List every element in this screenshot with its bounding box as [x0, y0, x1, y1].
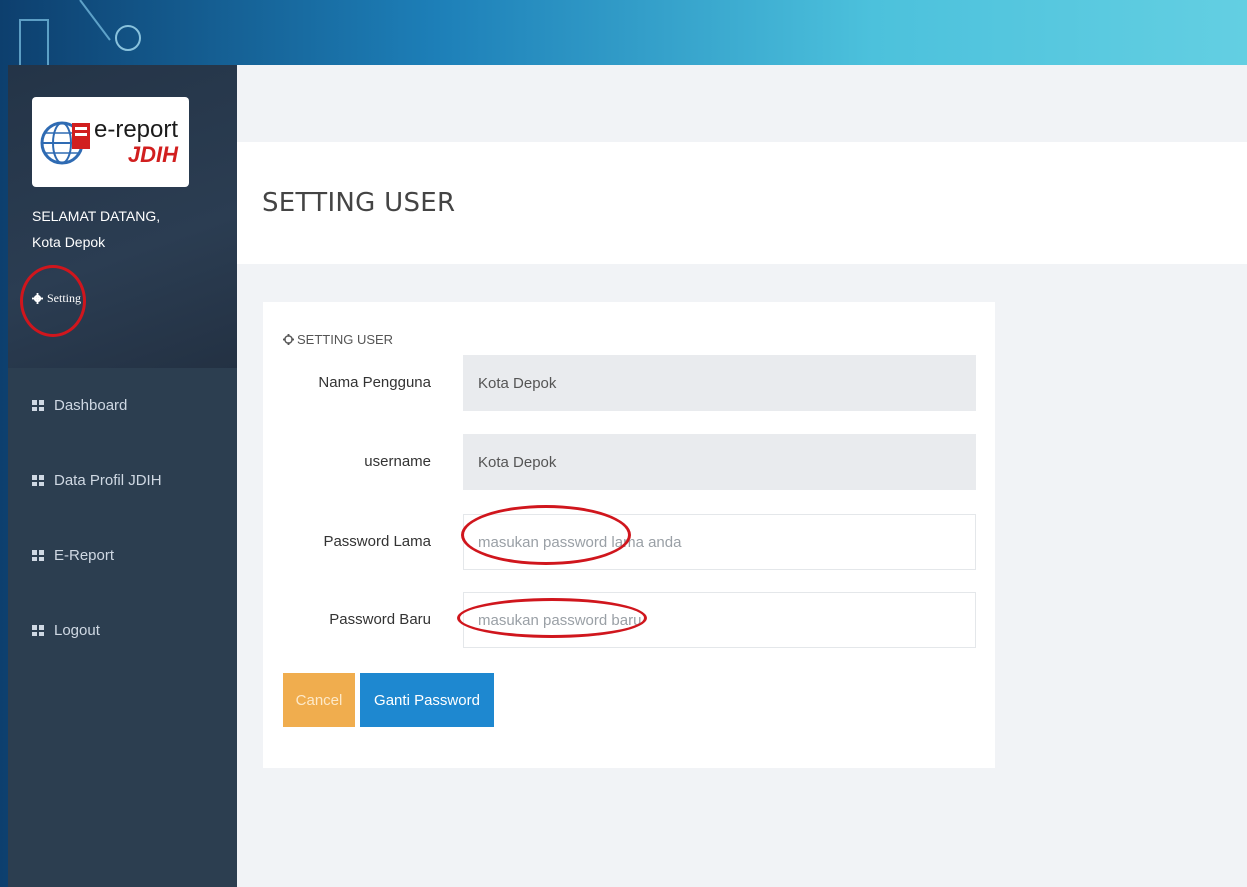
form-actions: Cancel Ganti Password [283, 673, 494, 727]
cancel-button[interactable]: Cancel [283, 673, 355, 727]
page-title: SETTING USER [262, 188, 456, 218]
card-title: SETTING USER [283, 332, 393, 347]
main-content: SETTING USER SETTING USER Nama Pengguna … [237, 65, 1247, 887]
page-header: SETTING USER [237, 142, 1247, 264]
sidebar-item-e-report[interactable]: E-Report [8, 518, 237, 593]
password-lama-field[interactable] [463, 514, 976, 570]
sidebar-item-dashboard[interactable]: Dashboard [8, 368, 237, 443]
form-row-username: username [263, 434, 995, 490]
form-row-password-baru: Password Baru [263, 592, 995, 648]
sidebar-item-label: Data Profil JDIH [54, 472, 162, 489]
gear-icon [283, 334, 294, 345]
grid-icon [32, 475, 44, 486]
username-field[interactable] [463, 434, 976, 490]
nama-pengguna-field[interactable] [463, 355, 976, 411]
card-title-label: SETTING USER [297, 332, 394, 347]
setting-link[interactable]: Setting [32, 291, 81, 306]
welcome-text: SELAMAT DATANG, Kota Depok [32, 203, 160, 255]
gear-icon [32, 293, 43, 304]
sidebar-item-label: Logout [54, 622, 100, 639]
welcome-user: Kota Depok [32, 234, 106, 250]
welcome-greeting: SELAMAT DATANG, [32, 208, 161, 224]
app-logo: e-report JDIH [32, 97, 189, 187]
form-row-password-lama: Password Lama [263, 514, 995, 570]
sidebar: e-report JDIH SELAMAT DATANG, Kota Depok… [8, 65, 237, 887]
grid-icon [32, 400, 44, 411]
form-row-nama-pengguna: Nama Pengguna [263, 355, 995, 411]
sidebar-header: e-report JDIH SELAMAT DATANG, Kota Depok… [8, 65, 237, 368]
username-label: username [364, 453, 431, 470]
logo-title: e-report [94, 116, 179, 143]
setting-user-card: SETTING USER Nama Pengguna username Pass… [263, 302, 995, 768]
ganti-password-button[interactable]: Ganti Password [360, 673, 494, 727]
sidebar-item-label: Dashboard [54, 397, 128, 414]
sidebar-menu: Dashboard Data Profil JDIH E-Report Logo… [8, 368, 237, 668]
nama-pengguna-label: Nama Pengguna [318, 374, 431, 391]
globe-icon [40, 121, 90, 165]
password-lama-label: Password Lama [323, 533, 431, 550]
sidebar-item-logout[interactable]: Logout [8, 593, 237, 668]
password-baru-label: Password Baru [329, 611, 431, 628]
sidebar-item-data-profil[interactable]: Data Profil JDIH [8, 443, 237, 518]
grid-icon [32, 625, 44, 636]
setting-label: Setting [47, 291, 82, 305]
logo-subtitle: JDIH [127, 142, 179, 167]
app-window: e-report JDIH SELAMAT DATANG, Kota Depok… [8, 65, 1247, 887]
top-bar [237, 65, 1247, 142]
sidebar-item-label: E-Report [54, 547, 115, 564]
password-baru-field[interactable] [463, 592, 976, 648]
grid-icon [32, 550, 44, 561]
